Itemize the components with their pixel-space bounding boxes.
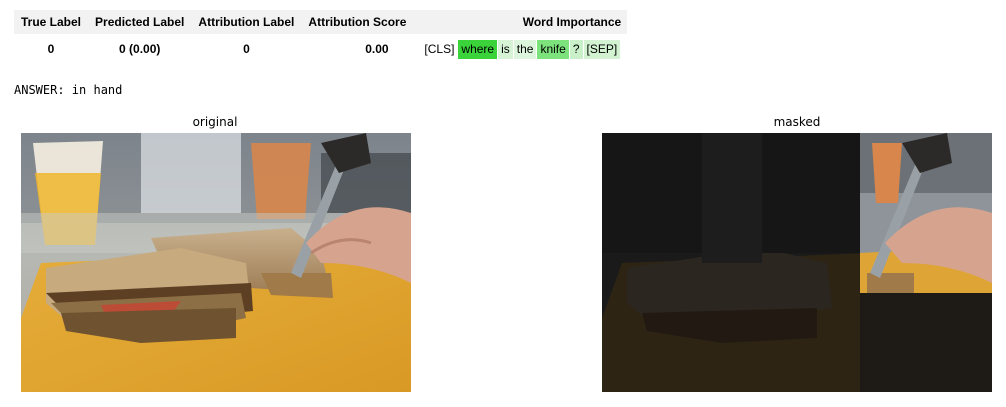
token-0: [CLS] xyxy=(421,39,458,59)
answer-text: ANSWER: in hand xyxy=(14,83,123,97)
header-attribution-label: Attribution Label xyxy=(191,10,302,34)
token-6: [SEP] xyxy=(583,39,621,59)
cell-true-label: 0 xyxy=(47,42,55,56)
token-list: [CLS] where is the knife? [SEP] xyxy=(421,39,621,59)
original-image xyxy=(21,133,411,392)
sandwich-photo xyxy=(21,133,411,392)
header-predicted-label: Predicted Label xyxy=(88,10,192,34)
token-2: is xyxy=(498,39,513,59)
header-word-importance: Word Importance xyxy=(413,10,628,34)
cell-attribution-score: 0.00 xyxy=(365,42,389,56)
header-true-label: True Label xyxy=(14,10,89,34)
token-5: ? xyxy=(569,39,583,59)
masked-image xyxy=(602,133,992,392)
cell-predicted-label: 0 (0.00) xyxy=(119,42,161,56)
token-3: the xyxy=(513,39,537,59)
header-attribution-score: Attribution Score xyxy=(301,10,414,34)
masked-title: masked xyxy=(773,115,821,129)
cell-attribution-label: 0 xyxy=(243,42,250,56)
token-1: where xyxy=(458,39,498,59)
cell-word-importance: [CLS] where is the knife? [SEP] xyxy=(413,34,627,64)
attribution-table: True Label Predicted Label Attribution L… xyxy=(14,10,628,64)
masked-sandwich-photo xyxy=(602,133,992,392)
table-row: 0 0 (0.00) 0 0.00 [CLS] where is the knife?[… xyxy=(14,34,627,64)
token-4: knife xyxy=(537,39,569,59)
table-header-row: True Label Predicted Label Attribution L… xyxy=(14,10,628,34)
original-title: original xyxy=(192,115,238,129)
